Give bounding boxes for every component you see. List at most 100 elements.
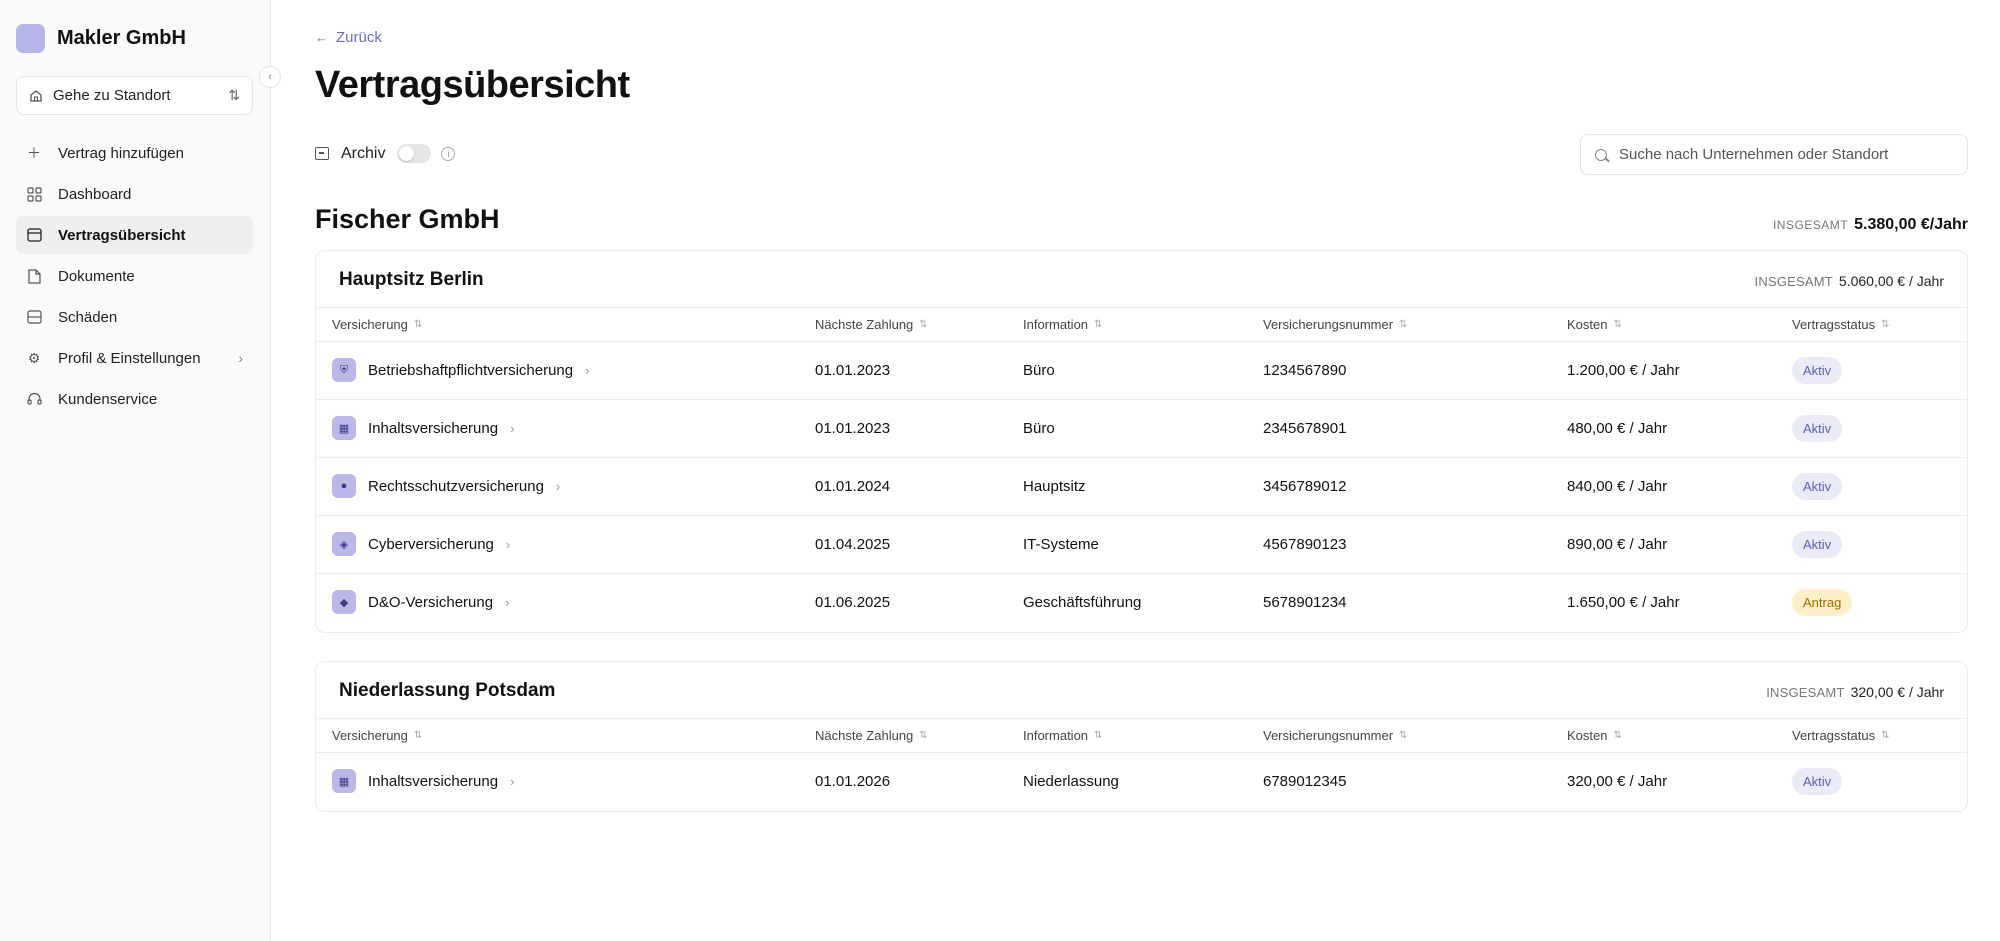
insurance-cell[interactable]: ⛨ Betriebshaftpflichtversicherung ›	[332, 358, 589, 382]
sidebar-nav: ＋ Vertrag hinzufügen Dashboard Vertragsü…	[16, 134, 253, 421]
sort-icon: ⇅	[1881, 730, 1890, 741]
information: Geschäftsführung	[1023, 594, 1142, 611]
cost: 480,00 € / Jahr	[1567, 420, 1668, 437]
page-title: Vertragsübersicht	[315, 64, 630, 106]
sidebar-item-label: Vertrag hinzufügen	[58, 144, 184, 162]
grid-icon	[26, 186, 42, 202]
insurance-cell[interactable]: ▦ Inhaltsversicherung ›	[332, 769, 514, 793]
column-header-information[interactable]: Information ⇅	[1023, 728, 1102, 743]
gear-icon: ⚙	[27, 349, 41, 366]
table-row[interactable]: ◆ D&O-Versicherung › 01.06.2025 Geschäft…	[316, 574, 1967, 632]
cost: 1.200,00 € / Jahr	[1567, 362, 1680, 379]
sort-icon: ⇅	[1094, 730, 1103, 741]
status-badge: Aktiv	[1792, 768, 1843, 795]
location-total-value: 5.060,00 € / Jahr	[1838, 273, 1944, 289]
insurance-cell[interactable]: ▦ Inhaltsversicherung ›	[332, 416, 514, 440]
collapse-sidebar-button[interactable]: ‹	[259, 66, 281, 88]
next-payment: 01.01.2026	[815, 773, 891, 790]
information: IT-Systeme	[1023, 536, 1099, 553]
sidebar-item-contract-overview[interactable]: Vertragsübersicht	[16, 216, 253, 254]
location-total-value: 320,00 € / Jahr	[1850, 684, 1944, 700]
column-header-insurance[interactable]: Versicherung ⇅	[332, 728, 422, 743]
company-total-label: INSGESAMT	[1772, 218, 1849, 232]
chevron-right-icon: ›	[505, 536, 511, 552]
policy-number: 6789012345	[1263, 773, 1347, 790]
table-row[interactable]: ▦ Inhaltsversicherung › 01.01.2026 Niede…	[316, 753, 1967, 811]
info-icon[interactable]: i	[441, 146, 456, 161]
cost: 1.650,00 € / Jahr	[1567, 594, 1680, 611]
information: Büro	[1023, 362, 1055, 379]
column-header-insurance[interactable]: Versicherung ⇅	[332, 317, 422, 332]
brand-logo	[16, 24, 45, 53]
location-select-label: Gehe zu Standort	[53, 87, 171, 104]
status-badge: Aktiv	[1792, 357, 1843, 384]
sidebar-item-profile-settings[interactable]: ⚙ Profil & Einstellungen ›	[16, 339, 253, 377]
insurance-cell[interactable]: ◆ D&O-Versicherung ›	[332, 590, 509, 614]
sort-icon: ⇅	[1399, 319, 1408, 330]
table-body: ▦ Inhaltsversicherung › 01.01.2026 Niede…	[316, 753, 1967, 811]
column-header-label: Information	[1023, 317, 1089, 332]
insurance-name: Cyberversicherung	[368, 535, 494, 553]
column-header-cost[interactable]: Kosten ⇅	[1567, 728, 1622, 743]
insurance-name: D&O-Versicherung	[368, 593, 494, 611]
location-total-label: INSGESAMT	[1754, 274, 1833, 289]
table-row[interactable]: ◈ Cyberversicherung › 01.04.2025 IT-Syst…	[316, 516, 1967, 574]
company-name: Fischer GmbH	[315, 204, 500, 234]
chevron-right-icon: ›	[238, 350, 243, 366]
location-select[interactable]: Gehe zu Standort ⇅	[16, 76, 253, 115]
column-header-label: Vertragsstatus	[1792, 317, 1876, 332]
table-header: Versicherung ⇅ Nächste Zahlung ⇅ Informati…	[316, 719, 1967, 753]
cost: 890,00 € / Jahr	[1567, 536, 1668, 553]
brand[interactable]: Makler GmbH	[16, 24, 186, 53]
archive-label: Archiv	[341, 144, 386, 162]
column-header-next-payment[interactable]: Nächste Zahlung ⇅	[815, 728, 928, 743]
chevron-right-icon: ›	[585, 362, 590, 378]
column-header-label: Versicherungsnummer	[1263, 317, 1394, 332]
search-input[interactable]	[1619, 146, 1949, 163]
column-header-label: Versicherung	[332, 317, 408, 332]
column-header-next-payment[interactable]: Nächste Zahlung ⇅	[815, 317, 928, 332]
contract-icon	[26, 227, 42, 243]
sidebar-item-documents[interactable]: Dokumente	[16, 257, 253, 295]
chevron-right-icon: ›	[510, 773, 515, 789]
insurance-cell[interactable]: ● Rechtsschutzversicherung ›	[332, 474, 560, 498]
sidebar-item-dashboard[interactable]: Dashboard	[16, 175, 253, 213]
sidebar-item-label: Schäden	[58, 308, 118, 326]
search-box	[1580, 134, 1968, 175]
sidebar-item-damages[interactable]: Schäden	[16, 298, 253, 336]
archive-toggle[interactable]	[397, 144, 432, 163]
chevron-right-icon: ›	[505, 594, 510, 610]
column-header-cost[interactable]: Kosten ⇅	[1567, 317, 1622, 332]
sort-icon: ⇅	[1881, 319, 1890, 330]
location-total-label: INSGESAMT	[1766, 685, 1845, 700]
back-link-label: Zurück	[336, 29, 382, 46]
column-header-information[interactable]: Information ⇅	[1023, 317, 1102, 332]
table-row[interactable]: ● Rechtsschutzversicherung › 01.01.2024 …	[316, 458, 1967, 516]
next-payment: 01.06.2025	[815, 594, 891, 611]
sidebar-item-label: Dashboard	[58, 185, 132, 203]
table-row[interactable]: ⛨ Betriebshaftpflichtversicherung › 01.0…	[316, 342, 1967, 400]
insurance-name: Inhaltsversicherung	[368, 419, 499, 437]
shield-icon: ⛨	[332, 358, 356, 382]
column-header-status[interactable]: Vertragsstatus ⇅	[1792, 317, 1890, 332]
sidebar-item-add-contract[interactable]: ＋ Vertrag hinzufügen	[16, 134, 253, 172]
location-card-hauptsitz-berlin: Hauptsitz Berlin INSGESAMT 5.060,00 € / …	[315, 250, 1968, 633]
table-row[interactable]: ▦ Inhaltsversicherung › 01.01.2023 Büro …	[316, 400, 1967, 458]
column-header-policy-number[interactable]: Versicherungsnummer ⇅	[1263, 317, 1407, 332]
column-header-label: Versicherung	[332, 728, 408, 743]
insurance-cell[interactable]: ◈ Cyberversicherung ›	[332, 532, 510, 556]
diamond-icon: ◆	[332, 590, 356, 614]
back-link[interactable]: ← Zurück	[315, 29, 382, 46]
archive-icon	[315, 147, 329, 160]
company-total: INSGESAMT 5.380,00 €/Jahr	[1773, 216, 1968, 234]
policy-number: 1234567890	[1263, 362, 1347, 379]
column-header-policy-number[interactable]: Versicherungsnummer ⇅	[1263, 728, 1407, 743]
column-header-status[interactable]: Vertragsstatus ⇅	[1792, 728, 1890, 743]
chevron-right-icon: ›	[510, 420, 515, 436]
information: Niederlassung	[1023, 773, 1119, 790]
cost: 840,00 € / Jahr	[1567, 478, 1668, 495]
sort-icon: ⇅	[1399, 730, 1408, 741]
location-card-niederlassung-potsdam: Niederlassung Potsdam INSGESAMT 320,00 €…	[315, 661, 1968, 812]
column-header-label: Kosten	[1567, 317, 1608, 332]
sidebar-item-customer-service[interactable]: Kundenservice	[16, 380, 253, 418]
